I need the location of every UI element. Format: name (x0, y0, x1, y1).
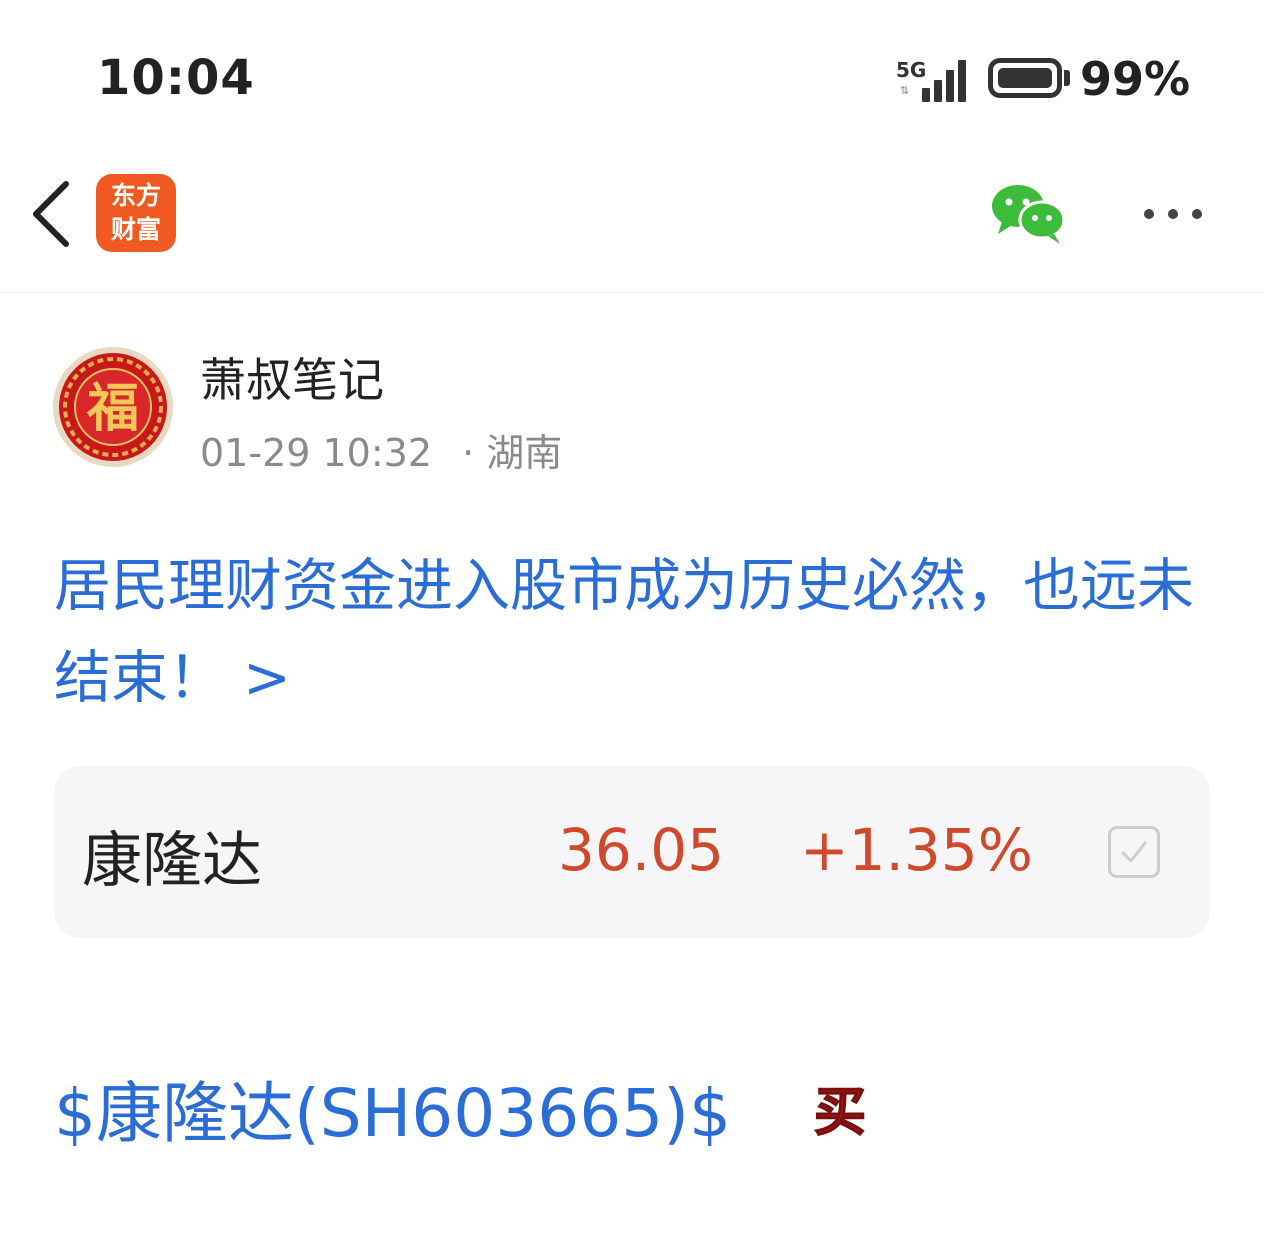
stock-cashtag-link[interactable]: $康隆达(SH603665)$ (54, 1060, 731, 1156)
battery-icon (988, 58, 1062, 98)
buy-badge-icon: 买 (813, 1082, 867, 1144)
add-watchlist-checkbox[interactable] (1108, 826, 1160, 878)
svg-text:福: 福 (86, 378, 139, 439)
author-name[interactable]: 萧叔笔记 (200, 344, 384, 410)
buy-badge[interactable]: 买 (808, 1080, 872, 1144)
buy-badge-text: 买 (814, 1083, 866, 1140)
battery-level (998, 68, 1052, 88)
avatar[interactable]: 福 (52, 346, 174, 468)
post-datetime: 01-29 10:32 (200, 431, 433, 475)
more-dots-icon (1144, 209, 1202, 219)
battery-percent: 99% (1080, 52, 1191, 106)
battery-cap (1064, 70, 1070, 86)
signal-bar (934, 80, 942, 102)
wechat-icon (992, 185, 1066, 244)
signal-bar (958, 60, 966, 102)
nav-divider (0, 292, 1264, 293)
signal-bar (922, 88, 930, 102)
chevron-left-icon (33, 181, 69, 247)
signal-bar (946, 70, 954, 102)
more-button[interactable] (1138, 200, 1208, 228)
back-button[interactable] (28, 178, 78, 250)
app-logo-line2: 财富 (110, 215, 161, 244)
app-logo[interactable]: 东方 财富 (96, 174, 176, 252)
stock-change: +1.35% (800, 816, 1033, 884)
post-location: · 湖南 (462, 431, 563, 475)
wechat-share-button[interactable] (990, 182, 1068, 246)
signal-icon: 5G ⇅ (896, 58, 970, 102)
check-icon (1121, 841, 1147, 863)
post-title-link[interactable]: 居民理财资金进入股市成为历史必然，也远未结束！ > (54, 540, 1214, 724)
status-time: 10:04 (97, 50, 255, 106)
post-meta: 01-29 10:32 · 湖南 (200, 422, 562, 477)
app-logo-line1: 东方 (110, 181, 161, 210)
stock-card[interactable]: 康隆达 36.05 +1.35% (54, 766, 1210, 938)
stock-name: 康隆达 (82, 826, 262, 896)
network-type: 5G (896, 58, 927, 82)
stock-price: 36.05 (558, 816, 725, 884)
data-arrows-icon: ⇅ (900, 84, 910, 97)
fu-avatar-image: 福 (53, 347, 173, 467)
